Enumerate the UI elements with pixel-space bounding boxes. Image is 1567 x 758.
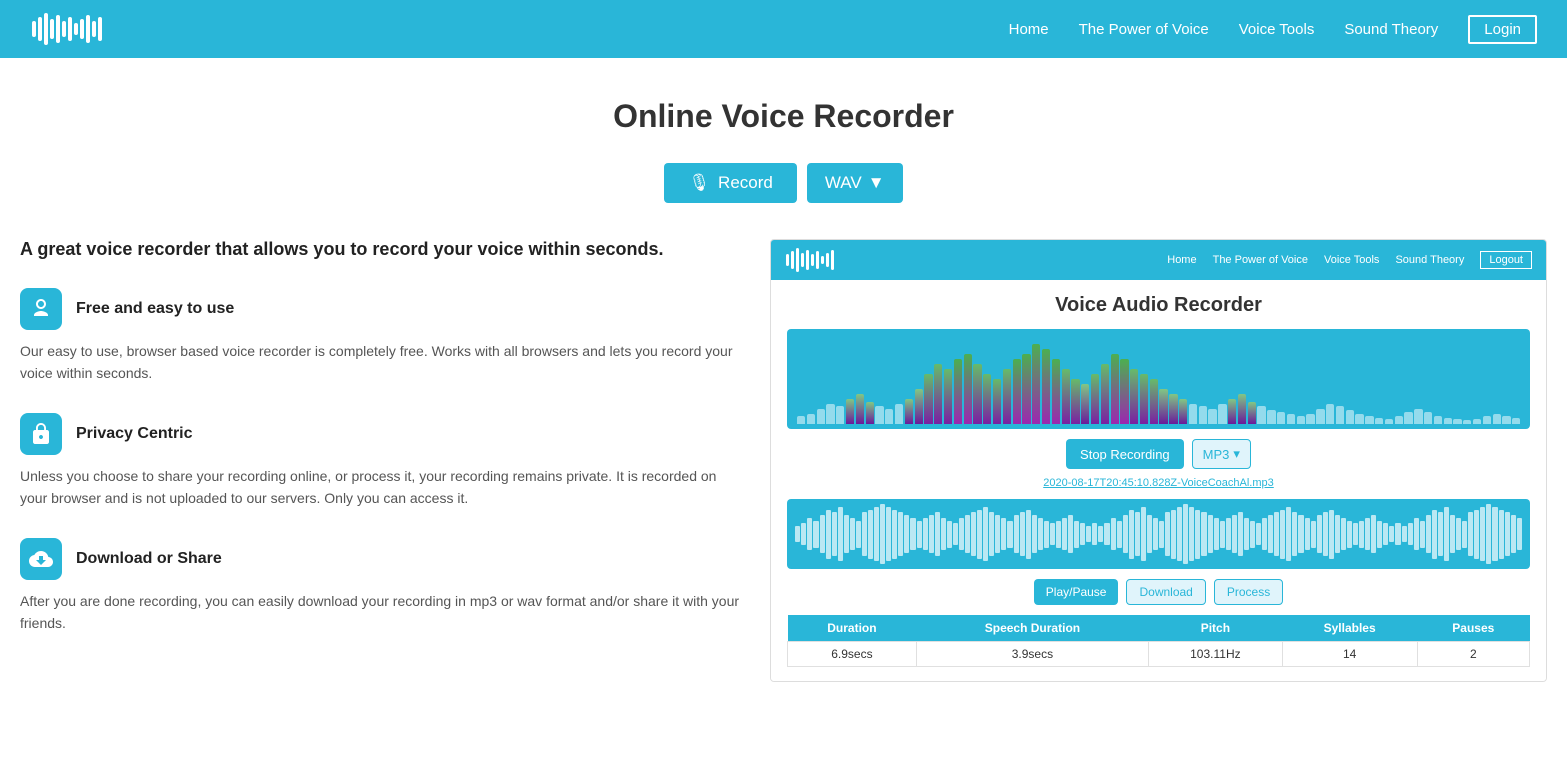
- record-button[interactable]: 🎙 Record: [664, 163, 796, 203]
- feature-download-header: Download or Share: [20, 538, 740, 580]
- nav-voice-tools[interactable]: Voice Tools: [1239, 21, 1315, 38]
- logout-button[interactable]: Logout: [1480, 251, 1532, 269]
- recorder-panel: Voice Audio Recorder Stop Recording MP3 …: [771, 280, 1546, 681]
- chevron-down-icon: ▼: [868, 173, 885, 193]
- tagline: A great voice recorder that allows you t…: [20, 239, 740, 260]
- mp3-chevron-icon: ▾: [1233, 446, 1240, 462]
- play-pause-button[interactable]: Play/Pause: [1034, 579, 1119, 605]
- file-name-link[interactable]: 2020-08-17T20:45:10.828Z-VoiceCoachAl.mp…: [787, 477, 1530, 489]
- feature-download: Download or Share After you are done rec…: [20, 538, 740, 635]
- mini-nav-power[interactable]: The Power of Voice: [1213, 254, 1308, 266]
- lock-icon: [29, 422, 53, 446]
- feature-free: Free and easy to use Our easy to use, br…: [20, 288, 740, 385]
- privacy-icon-wrap: [20, 413, 62, 455]
- feature-privacy: Privacy Centric Unless you choose to sha…: [20, 413, 740, 510]
- nav-home[interactable]: Home: [1009, 21, 1049, 38]
- mini-nav: Home The Power of Voice Voice Tools Soun…: [1167, 251, 1532, 269]
- mini-nav-home[interactable]: Home: [1167, 254, 1196, 266]
- playback-controls: Play/Pause Download Process: [787, 579, 1530, 605]
- feature-privacy-title: Privacy Centric: [76, 425, 193, 443]
- main-nav: Home The Power of Voice Voice Tools Soun…: [1009, 15, 1537, 44]
- free-icon-wrap: [20, 288, 62, 330]
- login-button[interactable]: Login: [1468, 15, 1537, 44]
- site-header: Home The Power of Voice Voice Tools Soun…: [0, 0, 1567, 58]
- stats-pitch: 103.11Hz: [1149, 642, 1283, 667]
- feature-free-text: Our easy to use, browser based voice rec…: [20, 340, 740, 385]
- two-column-layout: A great voice recorder that allows you t…: [20, 239, 1547, 682]
- recording-controls: Stop Recording MP3 ▾: [787, 439, 1530, 469]
- mp3-button[interactable]: MP3 ▾: [1192, 439, 1251, 469]
- stats-pauses: 2: [1417, 642, 1529, 667]
- stats-header-syllables: Syllables: [1282, 615, 1417, 642]
- record-label: Record: [718, 173, 773, 193]
- stats-speech-duration: 3.9secs: [916, 642, 1148, 667]
- mp3-label: MP3: [1203, 447, 1230, 462]
- download-icon-wrap: [20, 538, 62, 580]
- stats-table: Duration Speech Duration Pitch Syllables…: [787, 615, 1530, 667]
- feature-privacy-header: Privacy Centric: [20, 413, 740, 455]
- feature-free-title: Free and easy to use: [76, 300, 234, 318]
- stats-duration: 6.9secs: [788, 642, 917, 667]
- stats-header-row: Duration Speech Duration Pitch Syllables…: [788, 615, 1530, 642]
- mini-logo-icon: [785, 247, 841, 273]
- mini-nav-tools[interactable]: Voice Tools: [1324, 254, 1379, 266]
- main-content: Online Voice Recorder 🎙 Record WAV ▼ A g…: [0, 58, 1567, 702]
- wav-button[interactable]: WAV ▼: [807, 163, 903, 203]
- nav-power-of-voice[interactable]: The Power of Voice: [1079, 21, 1209, 38]
- stats-syllables: 14: [1282, 642, 1417, 667]
- mic-icon: 🎙: [688, 173, 710, 193]
- feature-free-header: Free and easy to use: [20, 288, 740, 330]
- feature-download-text: After you are done recording, you can ea…: [20, 590, 740, 635]
- nav-sound-theory[interactable]: Sound Theory: [1344, 21, 1438, 38]
- stop-recording-button[interactable]: Stop Recording: [1066, 439, 1184, 469]
- mini-header: Home The Power of Voice Voice Tools Soun…: [771, 240, 1546, 280]
- left-column: A great voice recorder that allows you t…: [20, 239, 740, 662]
- recorder-title: Voice Audio Recorder: [787, 294, 1530, 317]
- page-title: Online Voice Recorder: [20, 98, 1547, 135]
- logo: [30, 11, 110, 47]
- logo-icon: [30, 11, 110, 47]
- recording-waveform: [787, 329, 1530, 429]
- stats-header-pauses: Pauses: [1417, 615, 1529, 642]
- download-cloud-icon: [29, 547, 53, 571]
- download-button[interactable]: Download: [1126, 579, 1205, 605]
- mini-nav-sound[interactable]: Sound Theory: [1395, 254, 1464, 266]
- stats-header-pitch: Pitch: [1149, 615, 1283, 642]
- process-button[interactable]: Process: [1214, 579, 1283, 605]
- feature-privacy-text: Unless you choose to share your recordin…: [20, 465, 740, 510]
- wav-label: WAV: [825, 173, 862, 193]
- action-buttons: 🎙 Record WAV ▼: [20, 163, 1547, 203]
- feature-download-title: Download or Share: [76, 550, 222, 568]
- stats-header-duration: Duration: [788, 615, 917, 642]
- stats-data-row: 6.9secs 3.9secs 103.11Hz 14 2: [788, 642, 1530, 667]
- bars-container: [797, 334, 1520, 424]
- playback-waveform: [787, 499, 1530, 569]
- stats-header-speech: Speech Duration: [916, 615, 1148, 642]
- person-chat-icon: [29, 297, 53, 321]
- right-panel: Home The Power of Voice Voice Tools Soun…: [770, 239, 1547, 682]
